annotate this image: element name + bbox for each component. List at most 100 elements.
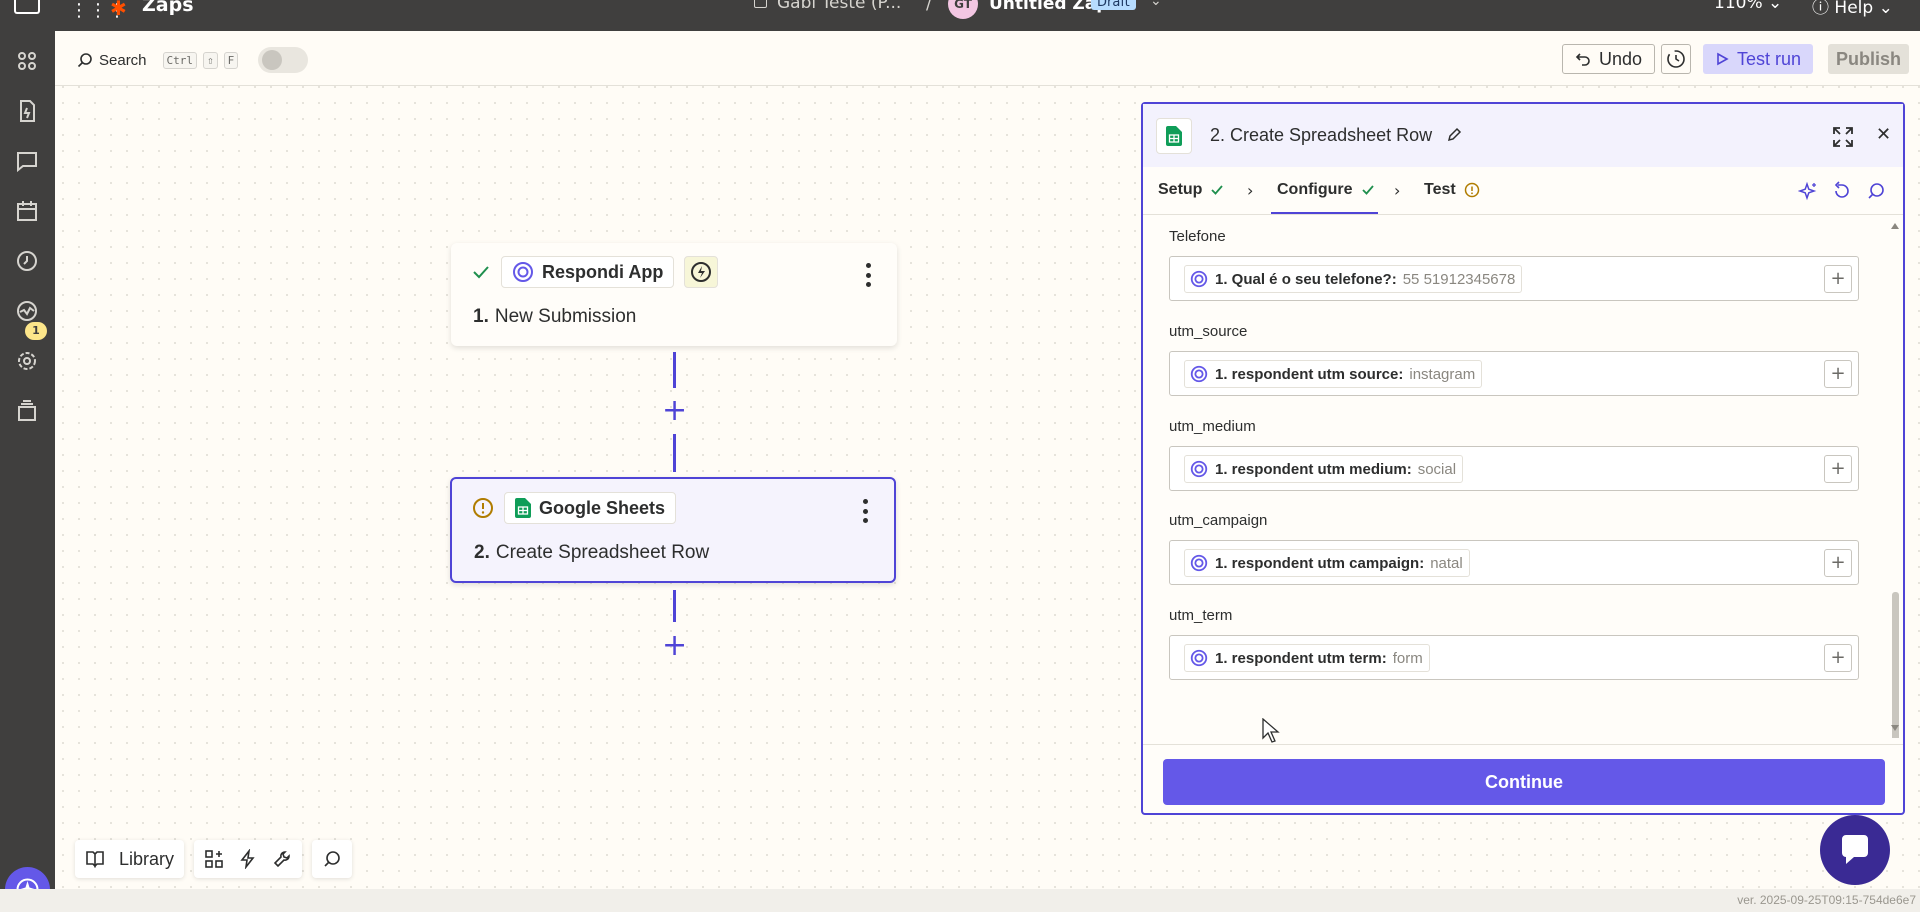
close-icon[interactable]: ✕ xyxy=(1876,124,1891,145)
respondi-logo-icon xyxy=(1190,460,1208,478)
field-input[interactable]: 1. respondent utm source: instagram + xyxy=(1169,351,1859,396)
status-badge: Draft xyxy=(1091,0,1136,10)
instant-trigger-icon xyxy=(691,262,712,282)
app-name[interactable]: Zaps xyxy=(142,0,194,16)
mapped-value-pill[interactable]: 1. respondent utm term: form xyxy=(1184,644,1430,672)
lightning-icon[interactable] xyxy=(238,849,258,869)
add-data-button[interactable]: + xyxy=(1824,265,1852,293)
wrench-icon[interactable] xyxy=(272,849,292,869)
calendar-icon[interactable] xyxy=(15,199,39,223)
more-options-icon[interactable] xyxy=(862,499,868,523)
canvas-search-button[interactable] xyxy=(312,840,353,878)
tab-test[interactable]: Test xyxy=(1424,181,1480,199)
field-utm-medium: utm_medium 1. respondent utm medium: soc… xyxy=(1169,418,1859,491)
help-menu[interactable]: ⓘ Help ⌄ xyxy=(1812,0,1893,18)
add-data-button[interactable]: + xyxy=(1824,549,1852,577)
field-input[interactable]: 1. Qual é o seu telefone?: 55 5191234567… xyxy=(1169,256,1859,301)
google-sheets-logo-icon xyxy=(1156,118,1192,154)
field-utm-term: utm_term 1. respondent utm term: form + xyxy=(1169,607,1859,680)
book-icon xyxy=(86,851,104,868)
respondi-logo-icon xyxy=(1190,365,1208,383)
chat-icon[interactable] xyxy=(15,149,39,173)
app-chip: Google Sheets xyxy=(504,492,677,524)
activity-icon[interactable] xyxy=(15,299,39,323)
respondi-logo-icon xyxy=(513,262,533,282)
panel-footer: Continue xyxy=(1143,744,1903,814)
panel-title[interactable]: 2. Create Spreadsheet Row xyxy=(1210,125,1432,146)
field-input[interactable]: 1. respondent utm medium: social + xyxy=(1169,446,1859,491)
add-step-icon[interactable]: + xyxy=(662,396,687,426)
mapped-value-pill[interactable]: 1. Qual é o seu telefone?: 55 5191234567… xyxy=(1184,265,1523,293)
connector-line xyxy=(673,590,676,622)
scroll-up-icon[interactable] xyxy=(1890,222,1900,230)
panel-scrollbar[interactable] xyxy=(1889,216,1899,738)
apps-icon[interactable] xyxy=(15,49,39,73)
folder-link[interactable]: Gabi Teste (P... xyxy=(754,0,901,13)
step-card-trigger[interactable]: Respondi App 1. New Submission xyxy=(451,243,897,346)
search-icon[interactable] xyxy=(1866,181,1886,201)
field-label: utm_term xyxy=(1169,607,1233,624)
mapped-value-pill[interactable]: 1. respondent utm medium: social xyxy=(1184,455,1464,483)
avatar[interactable]: GT xyxy=(948,0,978,19)
tab-label: Configure xyxy=(1277,181,1353,198)
undo-icon xyxy=(1575,53,1590,66)
refresh-icon[interactable] xyxy=(1832,181,1852,201)
scroll-down-icon[interactable] xyxy=(1890,724,1900,732)
app-footer: ver. 2025-09-25T09:15-754de6e7 xyxy=(0,889,1920,912)
ai-sparkle-icon[interactable] xyxy=(1798,181,1818,201)
respondi-logo-icon xyxy=(1190,554,1208,572)
version-history-button[interactable] xyxy=(1661,44,1691,74)
history-icon xyxy=(1667,50,1685,68)
panel-tabs: Setup › Configure › Test xyxy=(1143,167,1903,215)
add-data-button[interactable]: + xyxy=(1824,644,1852,672)
step-title: 1. New Submission xyxy=(473,306,636,328)
zoom-dropdown[interactable]: 110% ⌄ xyxy=(1714,0,1782,13)
add-step-icon[interactable]: + xyxy=(662,631,687,661)
add-data-button[interactable]: + xyxy=(1824,455,1852,483)
expand-icon[interactable] xyxy=(1832,126,1854,148)
search-icon xyxy=(77,53,92,68)
more-options-icon[interactable] xyxy=(865,263,871,287)
step-title: 2. Create Spreadsheet Row xyxy=(474,542,709,564)
pill-value: instagram xyxy=(1409,365,1476,383)
app-name: Google Sheets xyxy=(539,497,666,518)
search-label: Search xyxy=(99,51,147,69)
add-data-button[interactable]: + xyxy=(1824,360,1852,388)
chevron-down-icon: ⌄ xyxy=(1878,0,1893,18)
settings-icon[interactable] xyxy=(15,349,39,373)
version-label: ver. 2025-09-25T09:15-754de6e7 xyxy=(1737,893,1916,907)
test-run-label: Test run xyxy=(1737,48,1802,69)
zap-doc-icon[interactable] xyxy=(15,99,39,123)
toggle-switch[interactable] xyxy=(258,47,309,73)
test-run-button[interactable]: Test run xyxy=(1703,44,1814,74)
tab-configure[interactable]: Configure xyxy=(1277,181,1375,199)
add-apps-icon[interactable] xyxy=(204,849,224,869)
home-icon[interactable] xyxy=(14,0,40,14)
continue-button[interactable]: Continue xyxy=(1163,759,1885,805)
publish-button[interactable]: Publish xyxy=(1828,44,1910,74)
folder-icon xyxy=(754,0,767,8)
field-input[interactable]: 1. respondent utm campaign: natal + xyxy=(1169,540,1859,585)
chevron-down-icon[interactable]: ⌄ xyxy=(1150,0,1162,9)
step-editor-panel: 2. Create Spreadsheet Row ✕ Setup › Conf… xyxy=(1141,102,1905,815)
pill-value: 55 51912345678 xyxy=(1402,270,1516,288)
layers-icon[interactable] xyxy=(15,399,39,423)
history-icon[interactable] xyxy=(15,249,39,273)
field-input[interactable]: 1. respondent utm term: form + xyxy=(1169,635,1859,680)
mapped-value-pill[interactable]: 1. respondent utm source: instagram xyxy=(1184,360,1483,388)
search-button[interactable]: Search Ctrl ⇧ F xyxy=(77,47,309,73)
library-button[interactable]: Library xyxy=(75,840,185,878)
step-card-action[interactable]: Google Sheets 2. Create Spreadsheet Row xyxy=(450,477,896,583)
mapped-value-pill[interactable]: 1. respondent utm campaign: natal xyxy=(1184,549,1470,577)
undo-button[interactable]: Undo xyxy=(1562,44,1656,74)
canvas-tools xyxy=(194,840,303,878)
active-tab-indicator xyxy=(1271,212,1378,214)
tab-setup[interactable]: Setup xyxy=(1158,181,1224,199)
warning-icon xyxy=(473,498,493,518)
scrollbar-thumb[interactable] xyxy=(1892,592,1899,738)
panel-body[interactable]: Telefone 1. Qual é o seu telefone?: 55 5… xyxy=(1143,216,1903,738)
pencil-icon[interactable] xyxy=(1446,127,1462,143)
app-chip: Respondi App xyxy=(501,256,675,288)
support-chat-button[interactable] xyxy=(1820,815,1890,885)
field-label: Telefone xyxy=(1169,228,1226,245)
